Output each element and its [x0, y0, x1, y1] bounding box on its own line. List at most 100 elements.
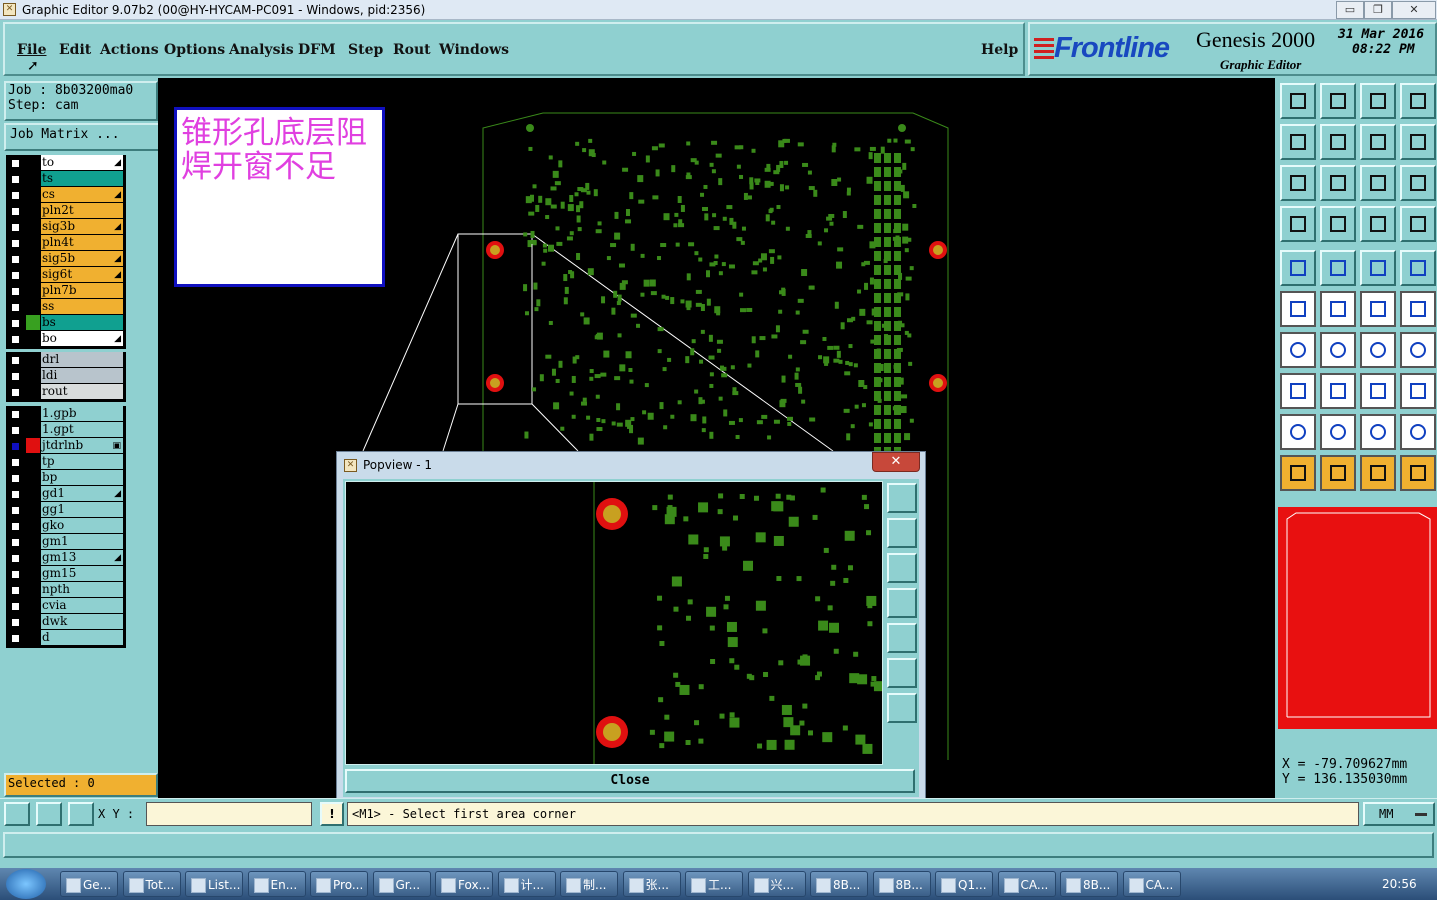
- help-icon[interactable]: [1400, 165, 1436, 201]
- layer-row-1.gpt[interactable]: 1.gpt: [6, 422, 126, 438]
- menu-step[interactable]: Step: [348, 42, 383, 58]
- layer-color-swatch[interactable]: [26, 406, 40, 421]
- layer-row-rout[interactable]: rout: [6, 384, 126, 400]
- arc-icon[interactable]: [1360, 332, 1396, 368]
- layer-color-swatch[interactable]: [26, 614, 40, 629]
- layer-color-swatch[interactable]: [26, 598, 40, 613]
- layer-checkbox[interactable]: [10, 505, 21, 516]
- layer-row-ts[interactable]: ts: [6, 171, 126, 187]
- pop-right-icon[interactable]: [887, 623, 917, 653]
- layer-row-to[interactable]: to ◢: [6, 155, 126, 171]
- cross-icon[interactable]: [1320, 291, 1356, 327]
- pop-zoom-icon[interactable]: [887, 483, 917, 513]
- layer-name[interactable]: gko: [41, 518, 123, 533]
- job-matrix-button[interactable]: Job Matrix ...: [4, 123, 160, 151]
- layer-row-tp[interactable]: tp: [6, 454, 126, 470]
- menu-analysis[interactable]: Analysis: [229, 42, 294, 58]
- menu-actions[interactable]: Actions: [100, 42, 159, 58]
- select-round-icon[interactable]: [1360, 455, 1396, 491]
- taskbar-item[interactable]: CA...: [1122, 871, 1181, 897]
- line-color-icon[interactable]: [1320, 250, 1356, 286]
- pop-down-icon[interactable]: [887, 553, 917, 583]
- select-box-icon[interactable]: [1320, 455, 1356, 491]
- layer-color-swatch[interactable]: [26, 235, 40, 250]
- taskbar-item[interactable]: 张...: [622, 871, 681, 897]
- layer-checkbox[interactable]: [10, 457, 21, 468]
- taskbar-item[interactable]: Pro...: [310, 871, 368, 897]
- taskbar-item[interactable]: 8B...: [872, 871, 931, 897]
- layer-checkbox[interactable]: [10, 222, 21, 233]
- pan-right-icon[interactable]: [1320, 124, 1356, 160]
- layer-name[interactable]: dwk: [41, 614, 123, 629]
- layer-row-gg1[interactable]: gg1: [6, 502, 126, 518]
- layer-checkbox[interactable]: [10, 158, 21, 169]
- layer-row-jtdrlnb[interactable]: jtdrlnb ▣: [6, 438, 126, 454]
- connect-icon[interactable]: [1360, 291, 1396, 327]
- layer-name[interactable]: cs ◢: [41, 187, 123, 202]
- layer-name[interactable]: 1.gpt: [41, 422, 123, 437]
- taskbar-item[interactable]: 8B...: [1060, 871, 1118, 897]
- layer-color-swatch[interactable]: [26, 299, 40, 314]
- dimension-icon[interactable]: [1360, 373, 1396, 409]
- layer-name[interactable]: rout: [41, 384, 123, 399]
- layer-checkbox[interactable]: [10, 633, 21, 644]
- layer-checkbox[interactable]: [10, 387, 21, 398]
- zoom-fit-icon[interactable]: [1280, 165, 1316, 201]
- taskbar-item[interactable]: List...: [185, 871, 243, 897]
- rotate-icon[interactable]: [1360, 124, 1396, 160]
- layer-name[interactable]: d: [41, 630, 123, 645]
- layer-checkbox[interactable]: [10, 553, 21, 564]
- popview-close-button[interactable]: Close: [345, 769, 915, 793]
- grid-tool-icon[interactable]: [68, 802, 94, 826]
- connect2-icon[interactable]: [1400, 291, 1436, 327]
- layer-name[interactable]: gm1: [41, 534, 123, 549]
- fit-icon[interactable]: [1280, 83, 1316, 119]
- net-icon[interactable]: [1280, 291, 1316, 327]
- layer-color-swatch[interactable]: [26, 438, 40, 453]
- layer-row-cs[interactable]: cs ◢: [6, 187, 126, 203]
- taskbar-item[interactable]: 制...: [560, 871, 618, 897]
- layer-row-pln4t[interactable]: pln4t: [6, 235, 126, 251]
- layer-color-swatch[interactable]: [26, 331, 40, 346]
- layer-color-swatch[interactable]: [26, 267, 40, 282]
- layer-name[interactable]: gd1 ◢: [41, 486, 123, 501]
- taskbar-item[interactable]: Tot...: [122, 871, 181, 897]
- layer-name[interactable]: gm15: [41, 566, 123, 581]
- select-arrow-icon[interactable]: [1280, 455, 1316, 491]
- layer-color-swatch[interactable]: [26, 251, 40, 266]
- a-shape2-icon[interactable]: [1400, 414, 1436, 450]
- text-icon[interactable]: [1400, 332, 1436, 368]
- layer-color-swatch[interactable]: [26, 454, 40, 469]
- layer-checkbox[interactable]: [10, 238, 21, 249]
- layer-checkbox[interactable]: [10, 601, 21, 612]
- layer-name[interactable]: to ◢: [41, 155, 123, 170]
- taskbar-item[interactable]: Fox...: [435, 871, 493, 897]
- layer-row-ldi[interactable]: ldi: [6, 368, 126, 384]
- layer-checkbox[interactable]: [10, 473, 21, 484]
- layer-name[interactable]: pln2t: [41, 203, 123, 218]
- layer-name[interactable]: gg1: [41, 502, 123, 517]
- triangle2-icon[interactable]: [1320, 414, 1356, 450]
- menu-rout[interactable]: Rout: [393, 42, 431, 58]
- layer-name[interactable]: bo ◢: [41, 331, 123, 346]
- angle-icon[interactable]: [1280, 332, 1316, 368]
- menu-dfm[interactable]: DFM: [298, 42, 336, 58]
- popview-canvas[interactable]: [345, 481, 884, 765]
- layer-checkbox[interactable]: [10, 286, 21, 297]
- maximize-button[interactable]: ❐: [1364, 1, 1392, 19]
- pan-left-icon[interactable]: [1280, 124, 1316, 160]
- triangle-icon[interactable]: [1280, 414, 1316, 450]
- menu-help[interactable]: Help: [981, 42, 1018, 58]
- layer-row-gm13[interactable]: gm13 ◢: [6, 550, 126, 566]
- slash-icon[interactable]: [1320, 332, 1356, 368]
- layer-name[interactable]: pln4t: [41, 235, 123, 250]
- layer-name[interactable]: drl: [41, 352, 123, 367]
- layer-color-swatch[interactable]: [26, 470, 40, 485]
- layer-checkbox[interactable]: [10, 334, 21, 345]
- layer-checkbox[interactable]: [10, 441, 21, 452]
- pan-icon[interactable]: [1360, 83, 1396, 119]
- measure-icon[interactable]: [1280, 206, 1316, 242]
- layer-color-swatch[interactable]: [26, 534, 40, 549]
- circle-icon[interactable]: [1400, 250, 1436, 286]
- layer-checkbox[interactable]: [10, 254, 21, 265]
